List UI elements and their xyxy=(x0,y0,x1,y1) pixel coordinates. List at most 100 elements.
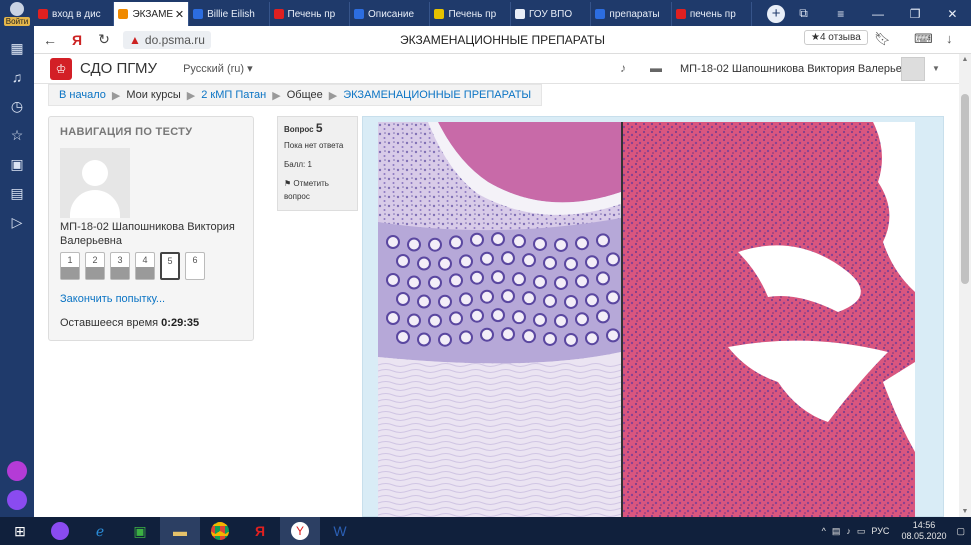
ie-icon[interactable]: ℯ xyxy=(80,517,120,545)
yandex-browser-icon[interactable]: Y xyxy=(280,517,320,545)
yandex-logo-icon[interactable]: Я xyxy=(66,32,88,48)
tab-label: препараты xyxy=(609,8,660,20)
tab-3[interactable]: Billie Eilish xyxy=(189,2,270,26)
history-icon[interactable]: ◷ xyxy=(8,97,26,115)
crypt xyxy=(585,331,599,346)
breadcrumb-course[interactable]: 2 кМП Патан xyxy=(201,89,266,101)
maximize-icon[interactable]: ❐ xyxy=(897,7,934,21)
question-button-4[interactable]: 4 xyxy=(135,252,155,280)
collections-icon[interactable]: ▣ xyxy=(8,155,26,173)
tab-active[interactable]: ЭКЗАМЕ ✕ xyxy=(114,2,190,26)
notifications-center-icon[interactable]: ▢ xyxy=(956,526,965,537)
reload-icon[interactable]: ↻ xyxy=(93,31,115,48)
profile-button[interactable]: Войти xyxy=(3,2,31,28)
crypt xyxy=(407,275,421,290)
play-icon[interactable]: ▷ xyxy=(8,213,26,231)
breadcrumb-quiz[interactable]: ЭКЗАМЕНАЦИОННЫЕ ПРЕПАРАТЫ xyxy=(343,89,531,101)
question-button-6[interactable]: 6 xyxy=(185,252,205,280)
tab-label: Печень пр xyxy=(287,8,336,20)
crypt xyxy=(459,292,473,307)
site-logo[interactable]: ♔ xyxy=(50,57,72,80)
alice-icon[interactable] xyxy=(7,490,27,510)
tab-1[interactable]: вход в дис xyxy=(34,2,115,26)
tray-expand-icon[interactable]: ^ xyxy=(822,526,826,536)
question-button-5[interactable]: 5 xyxy=(160,252,180,280)
question-status: Пока нет ответа xyxy=(284,141,344,150)
word-icon[interactable]: W xyxy=(320,517,360,545)
clock-date: 08.05.2020 xyxy=(901,531,947,541)
crypt xyxy=(449,273,463,288)
tab-7[interactable]: ГОУ ВПО xyxy=(511,2,592,26)
url-field[interactable]: ▲ do.psma.ru xyxy=(123,30,211,49)
download-icon[interactable]: ↓ xyxy=(946,31,953,46)
store-icon[interactable]: ▣ xyxy=(120,517,160,545)
scrollbar-thumb[interactable] xyxy=(961,94,969,284)
alice-music-icon[interactable] xyxy=(7,461,27,481)
language-select[interactable]: Русский (ru) ▾ xyxy=(183,62,253,75)
translate-icon[interactable]: ⌨ xyxy=(914,31,933,47)
volume-icon[interactable]: ♪ xyxy=(846,526,851,536)
site-name[interactable]: СДО ПГМУ xyxy=(80,60,157,77)
clock[interactable]: 14:56 08.05.2020 xyxy=(901,520,946,542)
time-left-value: 0:29:35 xyxy=(161,317,200,329)
finish-attempt-link[interactable]: Закончить попытку... xyxy=(60,293,165,305)
crypt xyxy=(438,332,452,347)
crypt xyxy=(438,256,452,271)
close-window-icon[interactable]: ✕ xyxy=(934,7,971,21)
vertical-scrollbar[interactable]: ▲ ▼ xyxy=(959,54,971,517)
question-button-2[interactable]: 2 xyxy=(85,252,105,280)
tabs-menu-icon[interactable]: ⧉ xyxy=(785,6,822,21)
histology-image xyxy=(378,122,915,518)
breadcrumb-home[interactable]: В начало xyxy=(59,89,106,101)
menu-icon[interactable]: ≡ xyxy=(822,7,859,21)
close-icon[interactable]: ✕ xyxy=(175,8,184,21)
tab-8[interactable]: препараты xyxy=(591,2,672,26)
reviews-button[interactable]: ★4 отзыва xyxy=(804,30,868,45)
tab-4[interactable]: Печень пр xyxy=(270,2,350,26)
notes-icon[interactable]: ▤ xyxy=(8,184,26,202)
crypt xyxy=(428,237,442,252)
grid-icon[interactable]: ▦ xyxy=(8,39,26,57)
breadcrumb-general[interactable]: Общее xyxy=(287,89,323,101)
explorer-icon[interactable]: ▬ xyxy=(160,517,200,545)
breadcrumb-my-courses[interactable]: Мои курсы xyxy=(126,89,180,101)
tab-label: Печень пр xyxy=(448,8,497,20)
chevron-down-icon[interactable]: ▼ xyxy=(932,64,940,73)
bell-icon[interactable]: ♫ xyxy=(8,68,26,86)
battery-icon[interactable]: ▭ xyxy=(857,526,866,537)
time-left: Оставшееся время 0:29:35 xyxy=(60,317,199,329)
tab-6[interactable]: Печень пр xyxy=(430,2,511,26)
yandex-app-icon[interactable]: Я xyxy=(240,517,280,545)
tab-label: вход в дис xyxy=(52,8,101,20)
tab-5[interactable]: Описание xyxy=(350,2,431,26)
notifications-icon[interactable]: ♪ xyxy=(620,61,626,75)
cortana-icon[interactable] xyxy=(40,517,80,545)
crypt xyxy=(386,273,400,287)
scroll-down-icon[interactable]: ▼ xyxy=(959,508,971,515)
minimize-icon[interactable]: — xyxy=(859,7,896,21)
crypt xyxy=(575,312,589,327)
question-button-3[interactable]: 3 xyxy=(110,252,130,280)
user-name[interactable]: МП-18-02 Шапошникова Виктория Валерьевна xyxy=(680,63,920,75)
crypt xyxy=(522,253,536,268)
bookmark-icon[interactable]: 🔖︎ xyxy=(874,31,891,47)
crypt xyxy=(491,232,505,247)
scroll-up-icon[interactable]: ▲ xyxy=(959,56,971,63)
avatar[interactable] xyxy=(901,57,925,81)
tab-9[interactable]: печень пр xyxy=(672,2,753,26)
question-button-1[interactable]: 1 xyxy=(60,252,80,280)
crypt xyxy=(554,237,568,252)
chrome-icon[interactable] xyxy=(200,517,240,545)
crypt xyxy=(564,332,578,347)
new-tab-button[interactable]: + xyxy=(767,5,785,23)
language-indicator[interactable]: РУС xyxy=(871,526,889,536)
breadcrumb-separator-icon: ▶ xyxy=(111,89,121,102)
windows-start-icon[interactable]: ⊞ xyxy=(0,517,40,545)
crypt xyxy=(491,308,505,323)
star-icon[interactable]: ☆ xyxy=(8,126,26,144)
network-icon[interactable]: ▤ xyxy=(832,526,841,537)
back-icon[interactable]: ← xyxy=(39,32,61,48)
flag-question-button[interactable]: ⚑ Отметить вопрос xyxy=(284,177,351,203)
messages-icon[interactable]: ▬ xyxy=(650,61,662,75)
crypt xyxy=(417,332,431,347)
